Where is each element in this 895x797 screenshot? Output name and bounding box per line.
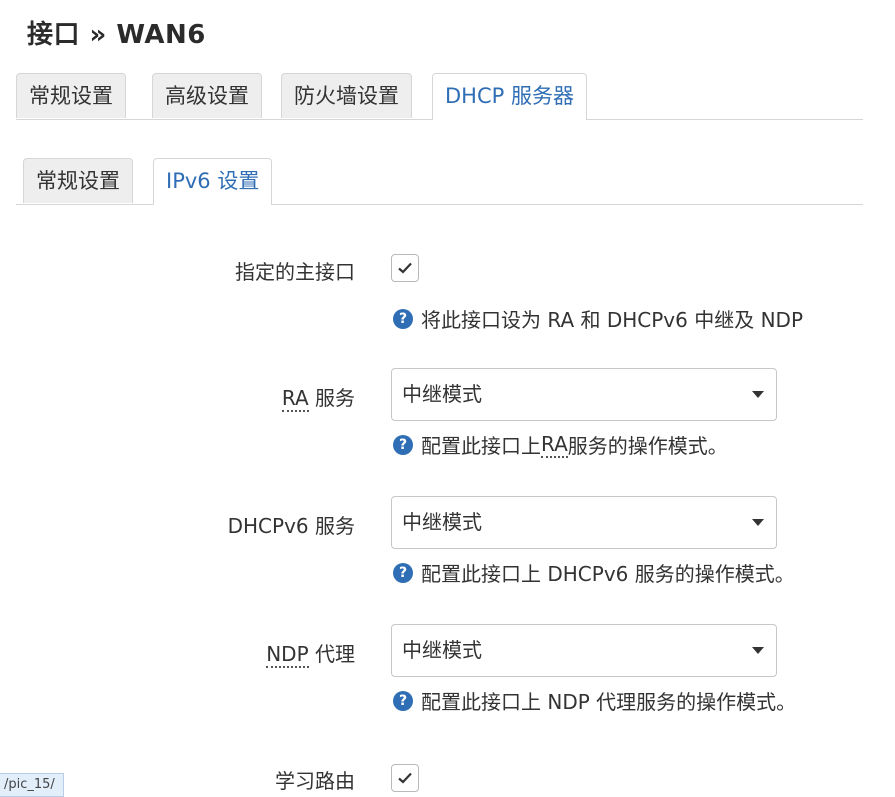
ra-service-label-text: 服务 — [308, 386, 355, 410]
master-interface-label: 指定的主接口 — [235, 260, 355, 284]
checkmark-icon — [398, 262, 412, 274]
status-bar-url: /pic_15/ — [0, 773, 64, 797]
question-circle-icon: ? — [393, 690, 413, 711]
dhcpv6-service-select[interactable]: 中继模式 — [391, 496, 777, 549]
learn-routes-label: 学习路由 — [275, 769, 355, 793]
subtab-ipv6-settings[interactable]: IPv6 设置 — [153, 158, 273, 205]
sub-tab-bar: 常规设置 IPv6 设置 — [16, 158, 863, 205]
tab-firewall-settings[interactable]: 防火墙设置 — [281, 73, 412, 118]
master-interface-checkbox[interactable] — [391, 254, 419, 282]
dhcpv6-hint-text: 配置此接口上 DHCPv6 服务的操作模式。 — [421, 562, 795, 586]
dhcpv6-service-hint: ? 配置此接口上 DHCPv6 服务的操作模式。 — [393, 558, 795, 587]
ndp-proxy-hint: ? 配置此接口上 NDP 代理服务的操作模式。 — [393, 686, 796, 715]
tab-dhcp-server[interactable]: DHCP 服务器 — [432, 73, 587, 120]
question-circle-icon: ? — [393, 562, 413, 583]
caret-down-icon — [752, 391, 764, 398]
question-circle-icon: ? — [393, 308, 413, 329]
dhcpv6-service-value: 中继模式 — [402, 510, 482, 534]
question-circle-icon: ? — [393, 434, 413, 455]
ndp-hint-text: 配置此接口上 NDP 代理服务的操作模式。 — [421, 690, 797, 714]
ndp-abbr: NDP — [266, 642, 309, 668]
main-tab-bar: 常规设置 高级设置 防火墙设置 DHCP 服务器 — [16, 73, 863, 120]
ndp-proxy-label: NDP 代理 — [266, 638, 355, 668]
tab-general-settings[interactable]: 常规设置 — [16, 73, 126, 118]
ra-hint-post: 服务的操作模式。 — [567, 434, 728, 458]
dhcpv6-service-label: DHCPv6 服务 — [227, 514, 355, 538]
master-interface-hint: ? 将此接口设为 RA 和 DHCPv6 中继及 NDP — [393, 304, 803, 333]
page-title: 接口 » WAN6 — [27, 20, 206, 50]
ndp-proxy-value: 中继模式 — [402, 638, 482, 662]
caret-down-icon — [752, 647, 764, 654]
ndp-proxy-label-text: 代理 — [308, 642, 355, 666]
checkmark-icon — [398, 772, 412, 784]
ra-hint-abbr: RA — [541, 431, 568, 458]
tab-advanced-settings[interactable]: 高级设置 — [152, 73, 262, 118]
learn-routes-checkbox[interactable] — [391, 764, 419, 792]
ra-service-label: RA 服务 — [281, 382, 355, 412]
ra-service-value: 中继模式 — [402, 382, 482, 406]
ra-service-hint: ? 配置此接口上 RA 服务的操作模式。 — [393, 430, 728, 459]
ra-service-select[interactable]: 中继模式 — [391, 368, 777, 421]
ra-abbr: RA — [281, 386, 309, 412]
subtab-general-settings[interactable]: 常规设置 — [23, 158, 133, 203]
ndp-proxy-select[interactable]: 中继模式 — [391, 624, 777, 677]
master-interface-hint-text: 将此接口设为 RA 和 DHCPv6 中继及 NDP — [421, 308, 804, 332]
ra-hint-pre: 配置此接口上 — [421, 434, 541, 458]
caret-down-icon — [752, 519, 764, 526]
